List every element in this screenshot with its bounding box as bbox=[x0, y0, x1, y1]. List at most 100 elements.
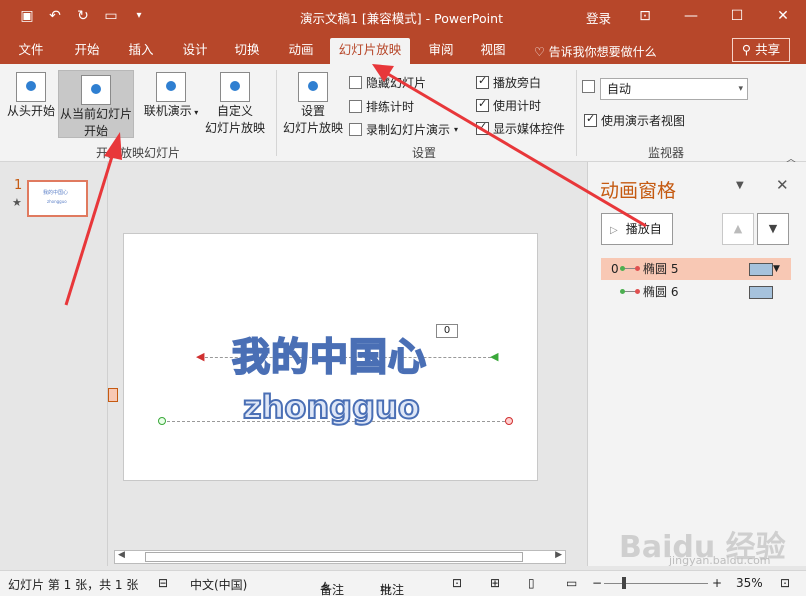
use-timing-checkbox[interactable]: 使用计时 bbox=[476, 97, 541, 114]
quick-access-toolbar: ▣ ↶ ↻ ▭ ▾ bbox=[18, 6, 148, 26]
checkbox-icon bbox=[476, 97, 489, 112]
zoom-level[interactable]: 35% bbox=[736, 576, 763, 590]
normal-view-icon[interactable]: ⊡ bbox=[452, 576, 462, 590]
share-button[interactable]: ⚲ 共享 bbox=[732, 38, 790, 62]
tell-me-search[interactable]: ♡ 告诉我你想要做什么 bbox=[534, 43, 657, 60]
sorter-view-icon[interactable]: ⊞ bbox=[490, 576, 500, 590]
checkbox-icon bbox=[476, 74, 489, 89]
watermark-url: jingyan.baidu.com bbox=[669, 554, 771, 567]
play-narration-checkbox[interactable]: 播放旁白 bbox=[476, 74, 541, 91]
group-label-start: 开始放映幻灯片 bbox=[96, 146, 181, 160]
setup-show-button[interactable]: 设置 幻灯片放映 bbox=[280, 72, 346, 140]
tab-slideshow[interactable]: 幻灯片放映 bbox=[330, 38, 410, 64]
window-controls: ⊡ — ☐ ✕ bbox=[622, 0, 806, 32]
tab-insert[interactable]: 插入 bbox=[116, 38, 166, 64]
slide-counter: 幻灯片 第 1 张，共 1 张 bbox=[8, 578, 139, 592]
monitor-select[interactable]: 自动 ▾ bbox=[600, 78, 748, 100]
thumbnail-number: 1 bbox=[14, 178, 23, 193]
record-icon bbox=[349, 123, 362, 136]
ribbon-options-icon[interactable]: ⊡ bbox=[622, 0, 668, 32]
thumbnail-subtitle: zhongguo bbox=[47, 199, 67, 204]
title-bar: ▣ ↶ ↻ ▭ ▾ 演示文稿1 [兼容模式] - PowerPoint 登录 ⊡… bbox=[0, 0, 806, 34]
reading-view-icon[interactable]: ▯ bbox=[528, 576, 535, 590]
play-current-icon bbox=[81, 75, 111, 105]
slideshow-view-icon[interactable]: ▭ bbox=[566, 576, 577, 590]
presenter-view-checkbox[interactable]: 使用演示者视图 bbox=[584, 112, 685, 129]
tab-review[interactable]: 审阅 bbox=[416, 38, 466, 64]
maximize-icon[interactable]: ☐ bbox=[714, 0, 760, 32]
tab-animations[interactable]: 动画 bbox=[276, 38, 326, 64]
zoom-out-icon[interactable]: − bbox=[592, 576, 602, 590]
timing-bar[interactable] bbox=[749, 263, 773, 276]
move-down-button[interactable]: ▼ bbox=[757, 213, 789, 245]
slide-title[interactable]: 我的中国心 bbox=[231, 326, 427, 381]
scroll-left-icon[interactable]: ◀ bbox=[118, 550, 125, 560]
path-end-dot bbox=[635, 266, 640, 271]
close-icon[interactable]: ✕ bbox=[776, 176, 789, 194]
show-media-checkbox[interactable]: 显示媒体控件 bbox=[476, 120, 565, 137]
path-end-marker: ◀ bbox=[196, 350, 205, 363]
horizontal-scrollbar[interactable]: ◀ ▶ bbox=[114, 550, 566, 564]
checkbox-icon bbox=[584, 112, 597, 127]
close-icon[interactable]: ✕ bbox=[760, 0, 806, 32]
timing-bar[interactable] bbox=[749, 286, 773, 299]
slide-thumbnails-pane: 1 ★ 我的中国心 zhongguo bbox=[0, 162, 108, 566]
spellcheck-icon[interactable]: ⊟ bbox=[158, 576, 168, 590]
scroll-thumb[interactable] bbox=[145, 552, 523, 562]
path-start-marker: ◀ bbox=[490, 350, 499, 363]
rehearse-button[interactable]: 排练计时 bbox=[349, 98, 414, 115]
custom-show-icon bbox=[220, 72, 250, 102]
pane-options-icon[interactable]: ▼ bbox=[736, 180, 744, 191]
tab-transitions[interactable]: 切换 bbox=[222, 38, 272, 64]
hide-slide-button[interactable]: 隐藏幻灯片 bbox=[349, 74, 426, 91]
animation-order-badge: 0 bbox=[436, 324, 458, 338]
minimize-icon[interactable]: — bbox=[668, 0, 714, 32]
slide[interactable]: ◀ ◀ 我的中国心 0 zhongguo bbox=[123, 233, 538, 481]
tab-home[interactable]: 开始 bbox=[62, 38, 112, 64]
zoom-slider-knob[interactable] bbox=[622, 577, 626, 589]
zoom-slider[interactable] bbox=[604, 583, 708, 584]
login-link[interactable]: 登录 bbox=[586, 8, 611, 27]
undo-icon[interactable]: ↶ bbox=[46, 6, 64, 26]
tab-file[interactable]: 文件 bbox=[8, 38, 54, 64]
group-label-monitor: 监视器 bbox=[648, 146, 685, 160]
group-label-setup: 设置 bbox=[412, 146, 437, 160]
animation-item[interactable]: 椭圆 6 bbox=[601, 281, 791, 303]
tab-view[interactable]: 视图 bbox=[468, 38, 518, 64]
ribbon: 从头开始 从当前幻灯片 开始 联机演示 ▾ 自定义 幻灯片放映 开始放映幻灯片 … bbox=[0, 64, 806, 165]
custom-show-button[interactable]: 自定义 幻灯片放映 bbox=[198, 72, 272, 140]
setup-show-icon bbox=[298, 72, 328, 102]
slide-subtitle[interactable]: zhongguo bbox=[242, 387, 421, 427]
path-start-dot bbox=[158, 417, 166, 425]
status-bar: 幻灯片 第 1 张，共 1 张 ⊟ 中文(中国) ≜ 备注 ▭ 批注 ⊡ ⊞ ▯… bbox=[0, 570, 806, 596]
redo-icon[interactable]: ↻ bbox=[74, 6, 92, 26]
scroll-right-icon[interactable]: ▶ bbox=[555, 550, 562, 560]
online-present-button[interactable]: 联机演示 ▾ bbox=[140, 72, 202, 132]
zoom-in-icon[interactable]: + bbox=[712, 576, 722, 590]
thumbnail-title: 我的中国心 bbox=[43, 190, 69, 196]
window-title: 演示文稿1 [兼容模式] - PowerPoint bbox=[300, 11, 503, 26]
animation-star-icon: ★ bbox=[12, 196, 22, 209]
present-icon[interactable]: ▭ bbox=[102, 6, 120, 26]
split-handle[interactable] bbox=[108, 388, 118, 402]
move-up-button[interactable]: ▲ bbox=[722, 213, 754, 245]
path-end-dot bbox=[505, 417, 513, 425]
from-start-button[interactable]: 从头开始 bbox=[4, 72, 58, 132]
animation-item[interactable]: 0 椭圆 5 ▼ bbox=[601, 258, 791, 280]
slide-editor: ◀ ◀ 我的中国心 0 zhongguo ◀ ▶ bbox=[108, 162, 586, 566]
globe-screen-icon bbox=[156, 72, 186, 102]
slide-thumbnail[interactable]: 我的中国心 zhongguo bbox=[27, 180, 88, 217]
customize-icon[interactable]: ▾ bbox=[130, 6, 148, 26]
ribbon-tabs: 文件 开始 插入 设计 切换 动画 幻灯片放映 审阅 视图 ♡ 告诉我你想要做什… bbox=[0, 34, 806, 64]
play-from-button[interactable]: ▷ 播放自 bbox=[601, 213, 673, 245]
language-indicator[interactable]: 中文(中国) bbox=[190, 576, 247, 593]
path-start-dot bbox=[620, 266, 625, 271]
chevron-down-icon[interactable]: ▼ bbox=[773, 258, 780, 280]
fit-to-window-icon[interactable]: ⊡ bbox=[780, 576, 790, 590]
record-button[interactable]: 录制幻灯片演示 ▾ bbox=[349, 121, 458, 138]
path-end-dot bbox=[635, 289, 640, 294]
from-current-button[interactable]: 从当前幻灯片 开始 bbox=[58, 70, 134, 138]
save-icon[interactable]: ▣ bbox=[18, 6, 36, 26]
tab-design[interactable]: 设计 bbox=[170, 38, 220, 64]
monitor-icon bbox=[582, 80, 595, 93]
